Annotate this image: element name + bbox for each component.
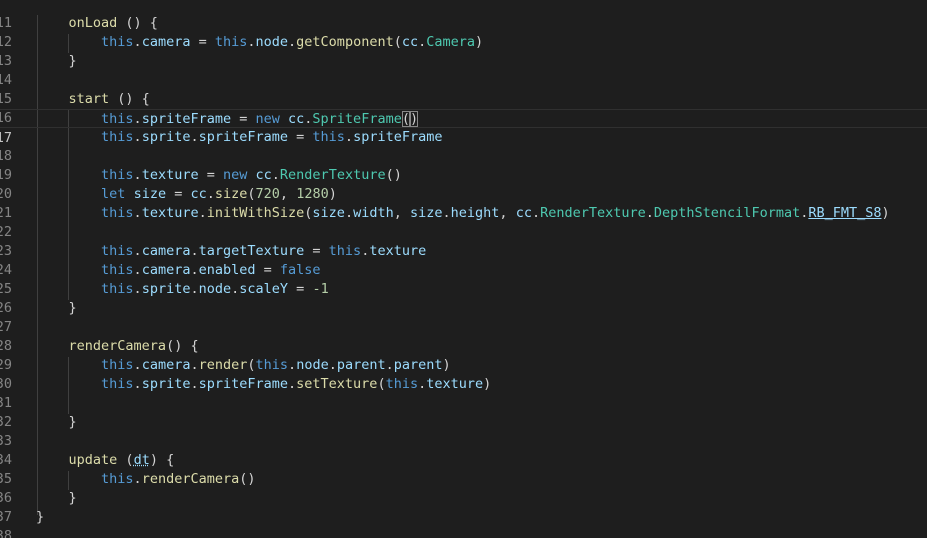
code-line[interactable]: 15 [0,71,927,107]
line-number: 38 [0,528,12,538]
code-line[interactable]: 21 let size = cc.size(720, 1280) [0,185,927,221]
code-line[interactable]: 11 [0,0,927,31]
code-text: this.camera.render(this.node.parent.pare… [101,357,451,373]
code-line[interactable]: 16 start () { [0,90,927,126]
code-text: } [36,509,45,525]
code-text: this.renderCamera() [101,471,256,487]
code-editor[interactable]: 11 12 onLoad () { 13 this.camera = this.… [0,0,927,538]
code-line[interactable]: 29 renderCamera() { [0,337,927,373]
code-line[interactable]: 28 [0,318,927,354]
code-line[interactable]: 27 } [0,299,927,335]
code-line[interactable]: 31 this.sprite.spriteFrame.setTexture(th… [0,375,927,411]
code-text: this.camera = this.node.getComponent(cc.… [101,34,484,50]
code-line[interactable]: 18 this.sprite.spriteFrame = this.sprite… [0,128,927,164]
code-line[interactable]: 36 this.renderCamera() [0,470,927,506]
code-text: } [68,53,77,69]
code-text: this.sprite.spriteFrame = this.spriteFra… [101,129,443,145]
code-text: this.spriteFrame = new cc.SpriteFrame() [101,111,419,127]
code-text: update (dt) { [68,452,175,468]
code-line[interactable]: 38 } [0,508,927,538]
code-line[interactable]: 26 this.sprite.node.scaleY = -1 [0,280,927,316]
code-line[interactable]: 24 this.camera.targetTexture = this.text… [0,242,927,278]
code-line[interactable]: 32 [0,394,927,430]
code-text: this.camera.targetTexture = this.texture [101,243,427,259]
code-line[interactable]: 23 [0,223,927,259]
code-line[interactable]: 25 this.camera.enabled = false [0,261,927,297]
code-text: this.texture = new cc.RenderTexture() [101,167,402,183]
code-text: renderCamera() { [68,338,199,354]
code-line-current[interactable]: 17 this.spriteFrame = new cc.SpriteFrame… [0,109,927,146]
code-line[interactable]: 34 [0,432,927,468]
code-text: this.sprite.spriteFrame.setTexture(this.… [101,376,492,392]
code-line[interactable]: 30 this.camera.render(this.node.parent.p… [0,356,927,392]
code-text: this.camera.enabled = false [101,262,321,278]
code-text: start () { [68,91,150,107]
code-line[interactable]: 12 onLoad () { [0,14,927,50]
code-line[interactable]: 35 update (dt) { [0,451,927,487]
code-line[interactable]: 13 this.camera = this.node.getComponent(… [0,33,927,69]
code-line[interactable]: 20 this.texture = new cc.RenderTexture() [0,166,927,202]
code-line[interactable]: 22 this.texture.initWithSize(size.width,… [0,204,927,240]
code-text: } [68,490,77,506]
code-line[interactable]: 19 [0,147,927,183]
code-text: let size = cc.size(720, 1280) [101,186,337,202]
code-line[interactable]: 33 } [0,413,927,449]
code-line[interactable]: 14 } [0,52,927,88]
code-text: this.texture.initWithSize(size.width, si… [101,205,890,221]
code-text: this.sprite.node.scaleY = -1 [101,281,329,297]
code-text: } [68,414,77,430]
code-text: } [68,300,77,316]
code-line[interactable]: 37 } [0,489,927,525]
code-text: onLoad () { [68,15,158,31]
